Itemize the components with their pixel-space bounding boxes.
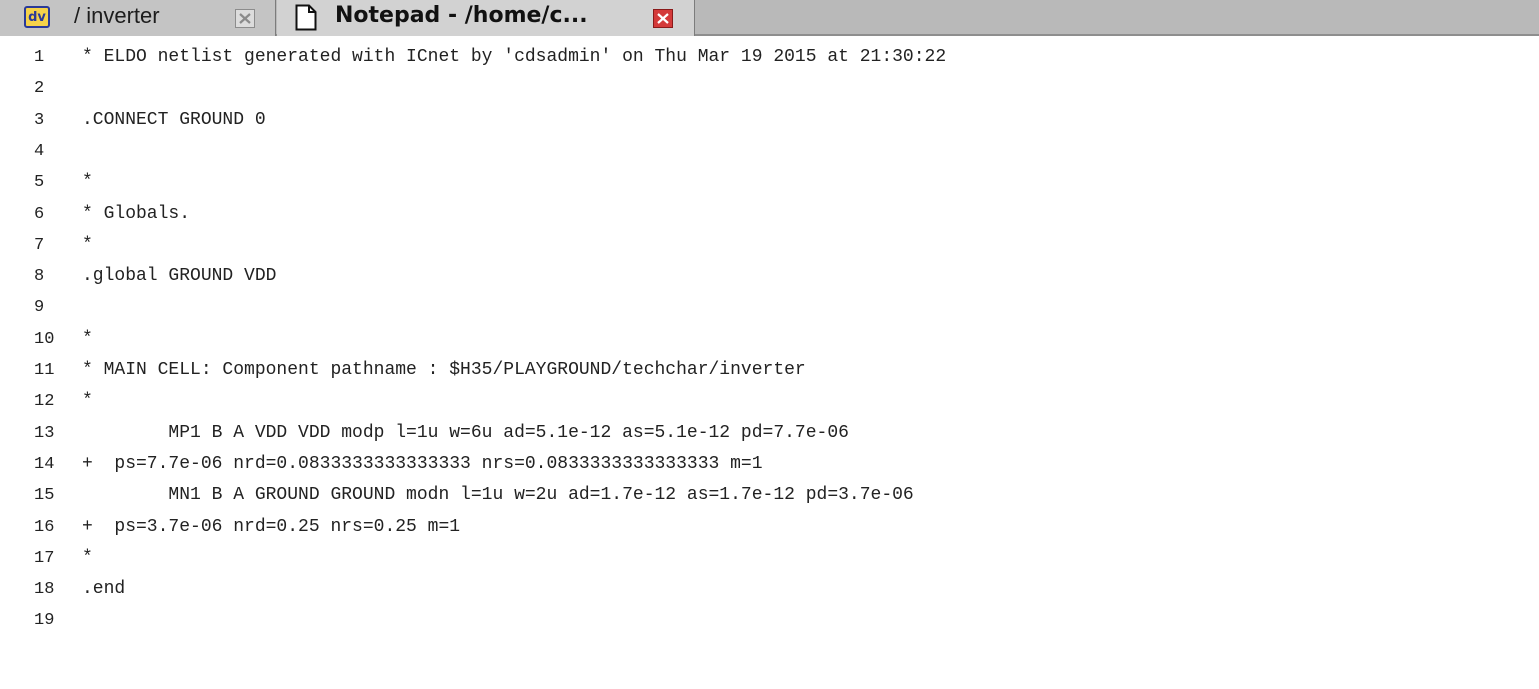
editor-line[interactable]: 18 .end (0, 574, 1539, 605)
editor-line[interactable]: 6 * Globals. (0, 199, 1539, 230)
editor-line[interactable]: 1 * ELDO netlist generated with ICnet by … (0, 42, 1539, 73)
editor-line[interactable]: 16 + ps=3.7e-06 nrd=0.25 nrs=0.25 m=1 (0, 512, 1539, 543)
editor-line[interactable]: 7 * (0, 230, 1539, 261)
line-number: 12 (34, 392, 55, 412)
line-text[interactable]: * (82, 167, 93, 198)
editor-line[interactable]: 17 * (0, 543, 1539, 574)
editor-line[interactable]: 13 MP1 B A VDD VDD modp l=1u w=6u ad=5.1… (0, 418, 1539, 449)
editor-line[interactable]: 19 (0, 605, 1539, 636)
line-text[interactable]: MN1 B A GROUND GROUND modn l=1u w=2u ad=… (82, 480, 913, 511)
line-number: 18 (34, 580, 55, 600)
line-number: 17 (34, 548, 55, 568)
close-red-icon[interactable] (653, 9, 673, 28)
editor-line[interactable]: 11 * MAIN CELL: Component pathname : $H35… (0, 355, 1539, 386)
text-editor[interactable]: 1 * ELDO netlist generated with ICnet by … (0, 38, 1539, 689)
line-text[interactable]: * ELDO netlist generated with ICnet by '… (82, 42, 946, 73)
line-text[interactable]: + ps=3.7e-06 nrd=0.25 nrs=0.25 m=1 (82, 512, 460, 543)
tab-notepad[interactable]: Notepad - /home/c... (277, 0, 695, 36)
editor-line[interactable]: 5 * (0, 167, 1539, 198)
line-text[interactable]: * (82, 543, 93, 574)
line-text[interactable]: * (82, 230, 93, 261)
line-text[interactable]: * Globals. (82, 199, 190, 230)
dv-app-icon: dv (24, 6, 50, 28)
line-text[interactable]: * MAIN CELL: Component pathname : $H35/P… (82, 355, 806, 386)
editor-line[interactable]: 15 MN1 B A GROUND GROUND modn l=1u w=2u … (0, 480, 1539, 511)
line-number: 7 (34, 235, 45, 255)
line-number: 19 (34, 611, 55, 631)
line-text[interactable]: .end (82, 574, 125, 605)
tab-notepad-label: Notepad - /home/c... (335, 3, 588, 28)
line-number: 5 (34, 173, 45, 193)
editor-line[interactable]: 8 .global GROUND VDD (0, 261, 1539, 292)
line-number: 16 (34, 517, 55, 537)
document-icon (295, 4, 317, 31)
tab-inverter[interactable]: dv / inverter (0, 0, 276, 36)
line-number: 6 (34, 204, 45, 224)
line-text[interactable]: * (82, 324, 93, 355)
line-text[interactable]: + ps=7.7e-06 nrd=0.0833333333333333 nrs=… (82, 449, 763, 480)
editor-line[interactable]: 10 * (0, 324, 1539, 355)
line-number: 11 (34, 361, 55, 380)
line-number: 3 (34, 110, 45, 130)
line-number: 14 (34, 454, 55, 474)
editor-line[interactable]: 3 .CONNECT GROUND 0 (0, 105, 1539, 136)
tab-inverter-label: / inverter (74, 3, 160, 28)
line-text[interactable]: .CONNECT GROUND 0 (82, 105, 266, 136)
editor-line[interactable]: 2 (0, 73, 1539, 104)
close-gray-icon[interactable] (235, 9, 255, 28)
editor-line[interactable]: 12 * (0, 386, 1539, 417)
line-text[interactable]: .global GROUND VDD (82, 261, 276, 292)
editor-line[interactable]: 14 + ps=7.7e-06 nrd=0.0833333333333333 nr… (0, 449, 1539, 480)
editor-line[interactable]: 4 (0, 136, 1539, 167)
line-number: 15 (34, 486, 55, 506)
line-number: 1 (34, 48, 45, 67)
line-number: 4 (34, 141, 45, 161)
line-text[interactable]: MP1 B A VDD VDD modp l=1u w=6u ad=5.1e-1… (82, 418, 849, 449)
line-number: 9 (34, 298, 45, 318)
line-number: 8 (34, 267, 45, 287)
line-number: 2 (34, 79, 45, 99)
line-text[interactable]: * (82, 386, 93, 417)
editor-line[interactable]: 9 (0, 292, 1539, 323)
line-number: 13 (34, 423, 55, 443)
tab-bar: dv / inverter Notepad - /home/c... (0, 0, 1539, 36)
line-number: 10 (34, 329, 55, 349)
